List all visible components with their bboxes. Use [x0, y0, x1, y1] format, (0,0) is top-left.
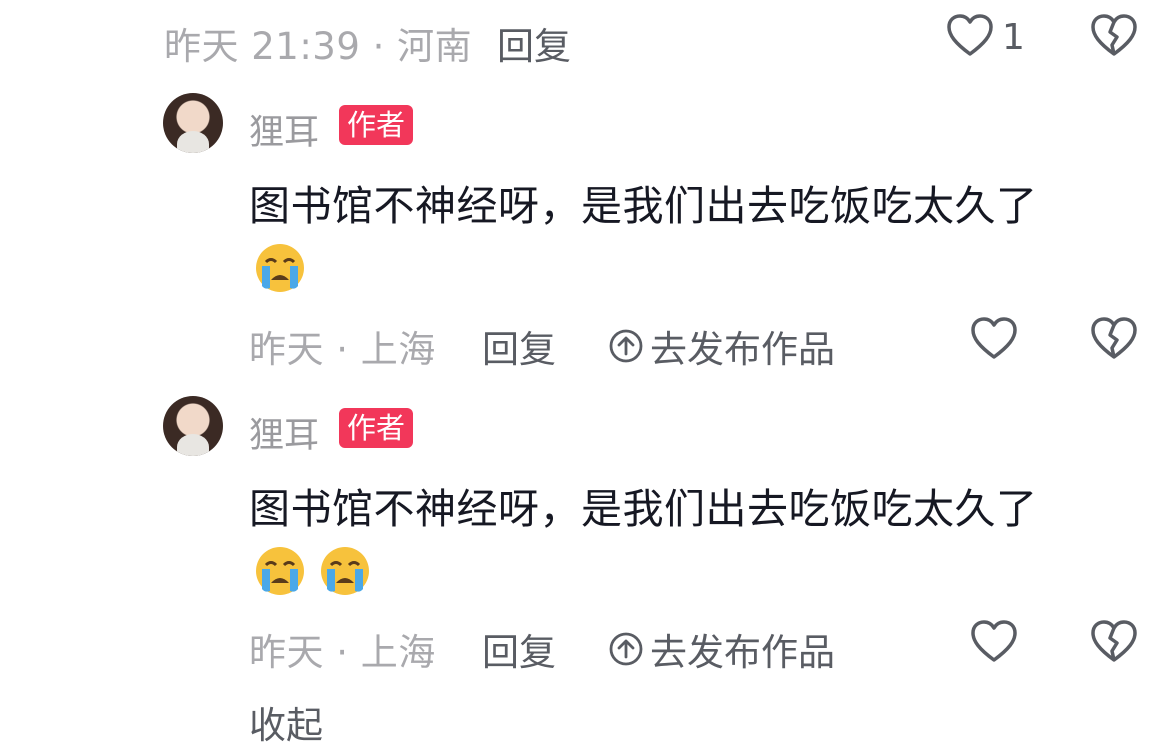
heart-outline-icon — [971, 620, 1017, 662]
author-badge: 作者 — [339, 408, 414, 448]
author-name[interactable]: 狸耳 — [249, 407, 319, 458]
broken-heart-icon — [1091, 317, 1137, 359]
upload-icon — [609, 632, 643, 666]
crying-face-icon — [256, 244, 304, 292]
broken-heart-icon — [1091, 14, 1137, 56]
author-name[interactable]: 狸耳 — [249, 104, 319, 155]
dislike-button[interactable] — [1089, 12, 1139, 62]
avatar[interactable] — [163, 396, 223, 456]
heart-outline-icon — [947, 14, 993, 56]
publish-label: 去发布作品 — [650, 631, 835, 674]
publish-work-button[interactable]: 去发布作品 — [608, 622, 835, 676]
crying-face-icon — [321, 547, 369, 595]
like-button[interactable] — [969, 618, 1019, 668]
reply-button[interactable]: 回复 — [482, 622, 556, 676]
comment-meta: 昨天 · 上海 — [249, 328, 436, 371]
publish-work-button[interactable]: 去发布作品 — [608, 319, 835, 373]
heart-outline-icon — [971, 317, 1017, 359]
comment-meta: 昨天 · 上海 — [249, 631, 436, 674]
collapse-replies-button[interactable]: 收起 — [249, 695, 323, 749]
dislike-button[interactable] — [1089, 618, 1139, 668]
dislike-button[interactable] — [1089, 315, 1139, 365]
upload-icon — [609, 329, 643, 363]
like-button[interactable] — [969, 315, 1019, 365]
publish-label: 去发布作品 — [650, 328, 835, 371]
reply-button[interactable]: 回复 — [497, 16, 571, 70]
avatar[interactable] — [163, 93, 223, 153]
reply-button[interactable]: 回复 — [482, 319, 556, 373]
crying-face-icon — [256, 547, 304, 595]
comment-text: 图书馆不神经呀，是我们出去吃饭吃太久了 — [249, 182, 1038, 230]
comment-meta: 昨天 21:39 · 河南 — [164, 25, 473, 68]
author-badge: 作者 — [339, 105, 414, 145]
broken-heart-icon — [1091, 620, 1137, 662]
like-count: 1 — [1002, 17, 1025, 58]
comment-text: 图书馆不神经呀，是我们出去吃饭吃太久了 — [249, 485, 1038, 533]
like-button[interactable] — [945, 12, 995, 62]
